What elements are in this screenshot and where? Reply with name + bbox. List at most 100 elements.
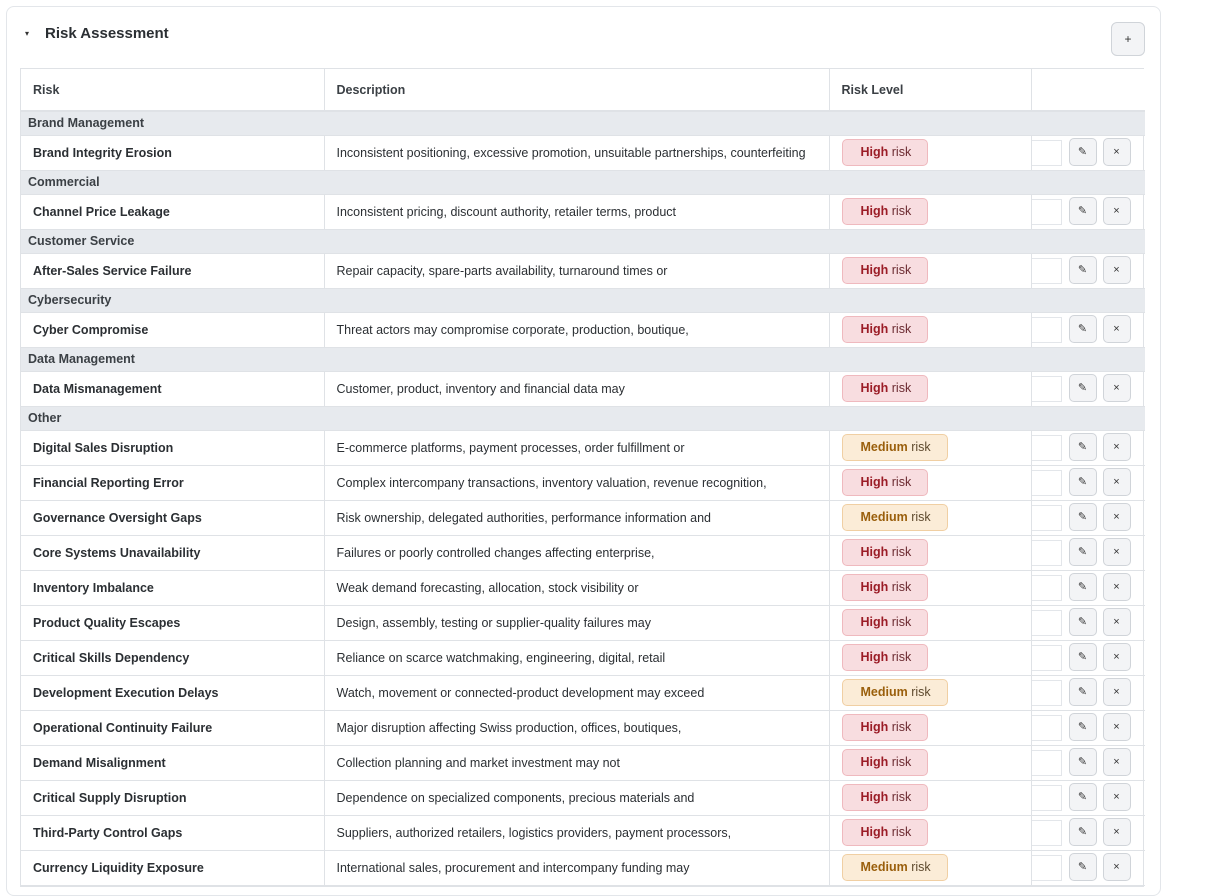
delete-button[interactable]: × <box>1102 852 1131 881</box>
edit-button[interactable]: ✎ <box>1068 373 1097 402</box>
pencil-icon: ✎ <box>1077 616 1088 628</box>
risk-level-label: High <box>860 615 889 629</box>
pencil-icon: ✎ <box>1077 382 1088 394</box>
add-risk-button[interactable]: + <box>1111 22 1145 56</box>
table-row[interactable]: Brand Integrity Erosion Inconsistent posi… <box>21 135 1145 171</box>
column-header-risk[interactable]: Risk <box>21 69 325 112</box>
column-header-description[interactable]: Description <box>324 69 830 112</box>
table-row[interactable]: Cyber Compromise Threat actors may compro… <box>21 312 1145 348</box>
row-select-box[interactable] <box>1031 316 1062 343</box>
row-select-box[interactable] <box>1031 574 1062 601</box>
delete-button[interactable]: × <box>1102 196 1131 225</box>
edit-button[interactable]: ✎ <box>1068 196 1097 225</box>
risk-level-label: Medium <box>860 685 908 699</box>
panel-header[interactable]: ▾ Risk Assessment <box>21 21 169 45</box>
risk-description-cell: Major disruption affecting Swiss product… <box>324 710 830 746</box>
delete-button[interactable]: × <box>1102 137 1131 166</box>
delete-button[interactable]: × <box>1102 712 1131 741</box>
table-row[interactable]: Operational Continuity Failure Major disr… <box>21 710 1145 746</box>
edit-button[interactable]: ✎ <box>1068 314 1097 343</box>
delete-button[interactable]: × <box>1102 314 1131 343</box>
edit-button[interactable]: ✎ <box>1068 255 1097 284</box>
edit-button[interactable]: ✎ <box>1068 642 1097 671</box>
table-row[interactable]: Digital Sales Disruption E-commerce platf… <box>21 430 1146 466</box>
edit-button[interactable]: ✎ <box>1068 747 1097 776</box>
edit-button[interactable]: ✎ <box>1068 137 1097 166</box>
table-row[interactable]: After-Sales Service Failure Repair capaci… <box>21 253 1145 289</box>
risk-level-badge: High risk <box>841 644 929 671</box>
risk-level-cell: High risk <box>829 710 1032 746</box>
edit-button[interactable]: ✎ <box>1068 852 1097 881</box>
row-select-box[interactable] <box>1031 784 1062 811</box>
risk-level-badge: High risk <box>841 714 929 741</box>
risk-description-cell: Watch, movement or connected-product dev… <box>324 675 830 711</box>
row-select-box[interactable] <box>1031 469 1062 496</box>
table-row[interactable]: Core Systems Unavailability Failures or p… <box>21 535 1145 571</box>
delete-button[interactable]: × <box>1102 467 1131 496</box>
delete-button[interactable]: × <box>1102 782 1131 811</box>
table-row[interactable]: Financial Reporting Error Complex interco… <box>21 465 1145 501</box>
row-select-box[interactable] <box>1031 679 1062 706</box>
risk-name-cell: Critical Supply Disruption <box>21 780 325 816</box>
row-select-box[interactable] <box>1031 434 1062 461</box>
edit-button[interactable]: ✎ <box>1068 572 1097 601</box>
row-select-box[interactable] <box>1031 714 1062 741</box>
risk-level-label: High <box>860 263 889 277</box>
delete-button[interactable]: × <box>1102 572 1131 601</box>
actions-cell: ✎ × <box>1031 430 1146 466</box>
table-row[interactable]: Critical Skills Dependency Reliance on sc… <box>21 640 1145 676</box>
row-select-box[interactable] <box>1031 539 1062 566</box>
delete-button[interactable]: × <box>1102 747 1131 776</box>
risk-level-suffix: risk <box>891 825 912 839</box>
edit-button[interactable]: ✎ <box>1068 782 1097 811</box>
risk-description-cell: Design, assembly, testing or supplier-qu… <box>324 605 830 641</box>
table-row[interactable]: Critical Supply Disruption Dependence on … <box>21 780 1145 816</box>
edit-button[interactable]: ✎ <box>1068 467 1097 496</box>
row-select-box[interactable] <box>1031 854 1062 881</box>
delete-button[interactable]: × <box>1102 817 1131 846</box>
edit-button[interactable]: ✎ <box>1068 432 1097 461</box>
delete-button[interactable]: × <box>1102 502 1131 531</box>
table-row[interactable]: Development Execution Delays Watch, movem… <box>21 675 1145 711</box>
row-select-box[interactable] <box>1031 198 1062 225</box>
edit-button[interactable]: ✎ <box>1068 502 1097 531</box>
close-icon: × <box>1113 475 1120 488</box>
delete-button[interactable]: × <box>1102 537 1131 566</box>
delete-button[interactable]: × <box>1102 677 1131 706</box>
edit-button[interactable]: ✎ <box>1068 817 1097 846</box>
row-select-box[interactable] <box>1031 375 1062 402</box>
row-select-box[interactable] <box>1031 504 1062 531</box>
risk-level-suffix: risk <box>911 860 931 874</box>
row-select-box[interactable] <box>1031 644 1062 671</box>
table-row[interactable]: Data Mismanagement Customer, product, inv… <box>21 371 1146 407</box>
edit-button[interactable]: ✎ <box>1068 677 1097 706</box>
table-row[interactable]: Governance Oversight Gaps Risk ownership,… <box>21 500 1145 536</box>
delete-button[interactable]: × <box>1102 373 1131 402</box>
table-row[interactable]: Inventory Imbalance Weak demand forecasti… <box>21 570 1145 606</box>
caret-down-icon[interactable]: ▾ <box>25 29 39 38</box>
row-select-box[interactable] <box>1031 257 1062 284</box>
edit-button[interactable]: ✎ <box>1068 607 1097 636</box>
delete-button[interactable]: × <box>1102 255 1131 284</box>
edit-button[interactable]: ✎ <box>1068 537 1097 566</box>
delete-button[interactable]: × <box>1102 432 1131 461</box>
column-header-risk-level[interactable]: Risk Level <box>829 69 1032 112</box>
pencil-icon: ✎ <box>1077 146 1088 158</box>
row-select-box[interactable] <box>1031 609 1062 636</box>
table-row[interactable]: Demand Misalignment Collection planning a… <box>21 745 1145 781</box>
row-actions: ✎ × <box>1031 372 1146 406</box>
table-row[interactable]: Channel Price Leakage Inconsistent pricin… <box>21 194 1145 230</box>
table-row[interactable]: Third-Party Control Gaps Suppliers, autho… <box>21 815 1145 851</box>
row-select-box[interactable] <box>1031 139 1062 166</box>
row-select-box[interactable] <box>1031 749 1062 776</box>
risk-level-cell: High risk <box>829 780 1032 816</box>
row-actions: ✎ × <box>1031 431 1146 465</box>
delete-button[interactable]: × <box>1102 642 1131 671</box>
edit-button[interactable]: ✎ <box>1068 712 1097 741</box>
risk-level-label: High <box>860 545 889 559</box>
table-row[interactable]: Currency Liquidity Exposure International… <box>21 850 1145 886</box>
table-row[interactable]: Product Quality Escapes Design, assembly,… <box>21 605 1145 641</box>
risk-level-label: Medium <box>860 510 908 524</box>
row-select-box[interactable] <box>1031 819 1062 846</box>
delete-button[interactable]: × <box>1102 607 1131 636</box>
